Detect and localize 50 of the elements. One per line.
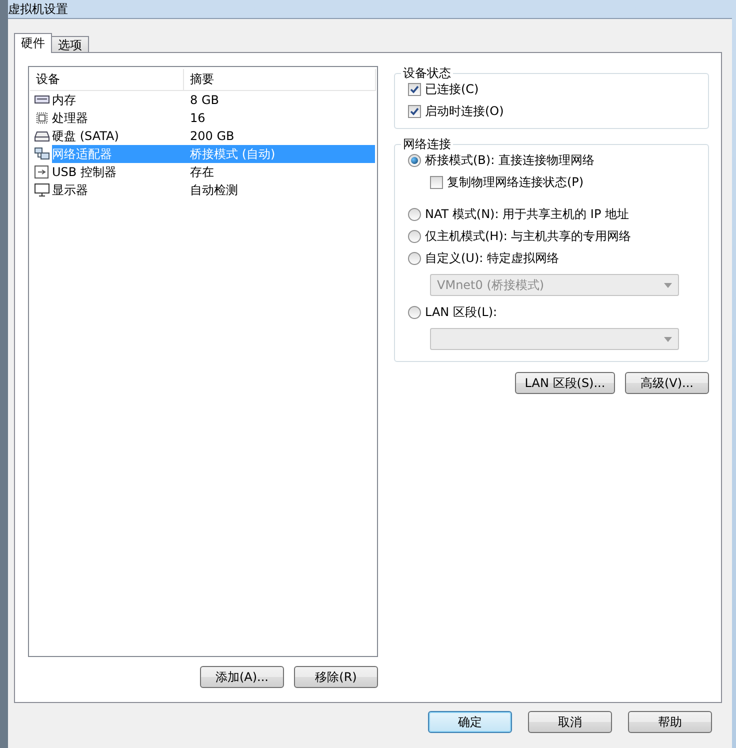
radio-button[interactable] bbox=[408, 306, 421, 318]
device-name[interactable]: 处理器 bbox=[52, 109, 184, 127]
device-summary: 16 bbox=[189, 110, 206, 127]
remove-button[interactable]: 移除(R) bbox=[294, 666, 378, 688]
column-header[interactable]: 设备 bbox=[30, 69, 184, 91]
checkbox[interactable] bbox=[408, 104, 421, 118]
device-summary: 200 GB bbox=[189, 128, 236, 145]
radio-button[interactable] bbox=[408, 154, 421, 166]
caret-icon bbox=[664, 282, 672, 288]
chip-icon bbox=[34, 111, 50, 125]
dialog-button[interactable]: 取消 bbox=[528, 711, 612, 733]
add-button[interactable]: 添加(A)... bbox=[200, 666, 284, 688]
radio-button[interactable] bbox=[408, 208, 421, 220]
checkbox[interactable] bbox=[430, 176, 443, 188]
column-header[interactable]: 摘要 bbox=[184, 69, 376, 91]
check-icon bbox=[410, 84, 419, 94]
checkbox-label: 启动时连接(O) bbox=[425, 102, 504, 120]
network-icon bbox=[34, 147, 50, 161]
checkbox-label: 复制物理网络连接状态(P) bbox=[447, 174, 584, 190]
device-summary: 8 GB bbox=[189, 92, 220, 109]
device-name[interactable]: 硬盘 (SATA) bbox=[52, 127, 184, 145]
device-summary: 存在 bbox=[189, 164, 215, 181]
check-icon bbox=[410, 106, 419, 116]
device-name[interactable]: 内存 bbox=[52, 91, 184, 109]
hard-drive-icon bbox=[34, 129, 50, 143]
monitor-icon bbox=[34, 183, 50, 197]
advanced-button[interactable]: 高级(V)... bbox=[625, 372, 709, 394]
radio-label: 桥接模式(B): 直接连接物理网络 bbox=[425, 152, 594, 168]
group-title: 网络连接 bbox=[401, 136, 453, 153]
radio-label: NAT 模式(N): 用于共享主机的 IP 地址 bbox=[425, 206, 629, 222]
device-summary: 桥接模式 (自动) bbox=[184, 145, 375, 163]
device-summary: 自动检测 bbox=[189, 182, 239, 199]
caret-icon bbox=[664, 336, 672, 342]
tab[interactable]: 硬件 bbox=[14, 33, 52, 53]
dialog-button[interactable]: 帮助 bbox=[628, 711, 712, 733]
device-name[interactable]: USB 控制器 bbox=[52, 163, 184, 181]
group-title: 设备状态 bbox=[401, 65, 453, 82]
tab[interactable]: 选项 bbox=[51, 36, 89, 53]
usb-icon bbox=[34, 165, 50, 179]
dialog-button[interactable]: 确定 bbox=[428, 711, 512, 733]
radio-button[interactable] bbox=[408, 252, 421, 264]
checkbox[interactable] bbox=[408, 82, 421, 96]
window-title: 虚拟机设置 bbox=[8, 0, 68, 18]
radio-label: LAN 区段(L): bbox=[425, 304, 498, 320]
radio-button[interactable] bbox=[408, 230, 421, 242]
radio-label: 自定义(U): 特定虚拟网络 bbox=[425, 250, 560, 266]
checkbox-label: 已连接(C) bbox=[425, 80, 479, 98]
lan-segments-button[interactable]: LAN 区段(S)... bbox=[515, 372, 615, 394]
device-name[interactable]: 显示器 bbox=[52, 181, 184, 199]
radio-label: 仅主机模式(H): 与主机共享的专用网络 bbox=[425, 228, 632, 244]
